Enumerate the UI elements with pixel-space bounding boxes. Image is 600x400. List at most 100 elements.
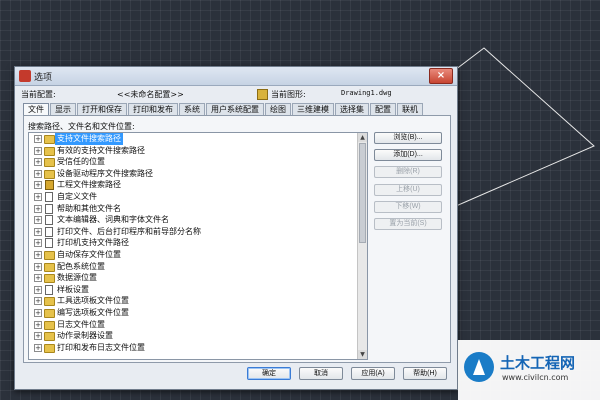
expand-plus-icon[interactable]: + bbox=[34, 158, 42, 167]
folder-icon bbox=[44, 135, 55, 144]
tree-item[interactable]: + 配色系统位置 bbox=[29, 261, 367, 273]
expand-plus-icon[interactable]: + bbox=[34, 204, 42, 213]
scrollbar-thumb[interactable] bbox=[359, 143, 366, 243]
close-button[interactable]: × bbox=[429, 68, 453, 84]
files-tab-panel: 搜索路径、文件名和文件位置: + 支持文件搜索路径 + 有效的支持文件搜索路径 … bbox=[23, 115, 451, 363]
add-button[interactable]: 添加(D)... bbox=[374, 149, 442, 162]
search-paths-tree[interactable]: + 支持文件搜索路径 + 有效的支持文件搜索路径 + 受信任的位置 + 设备驱动… bbox=[28, 132, 368, 360]
tree-item-label: 自定义文件 bbox=[57, 191, 97, 201]
drawing-file-icon bbox=[257, 89, 268, 100]
tab-system[interactable]: 系统 bbox=[179, 103, 205, 115]
tree-item[interactable]: + 打印和发布日志文件位置 bbox=[29, 342, 367, 354]
tree-item[interactable]: + 受信任的位置 bbox=[29, 156, 367, 168]
expand-plus-icon[interactable]: + bbox=[34, 146, 42, 155]
expand-plus-icon[interactable]: + bbox=[34, 239, 42, 248]
tree-item[interactable]: + 有效的支持文件搜索路径 bbox=[29, 145, 367, 157]
folder-icon bbox=[44, 332, 55, 342]
move-up-button[interactable]: 上移(U) bbox=[374, 183, 442, 196]
browse-button[interactable]: 浏览(B)... bbox=[374, 132, 442, 144]
tab-profiles[interactable]: 配置 bbox=[370, 103, 396, 115]
book-icon bbox=[45, 180, 54, 191]
tab-display[interactable]: 显示 bbox=[50, 103, 76, 115]
expand-plus-icon[interactable]: + bbox=[34, 308, 42, 317]
folder-icon bbox=[44, 146, 55, 156]
tree-scrollbar[interactable]: ▲ ▼ bbox=[357, 133, 367, 359]
tree-item-label: 打印和发布日志文件位置 bbox=[57, 342, 145, 352]
title-bar[interactable]: 选项 × bbox=[15, 67, 457, 86]
tree-item-label: 支持文件搜索路径 bbox=[55, 133, 123, 145]
tree-item[interactable]: + 自动保存文件位置 bbox=[29, 249, 367, 261]
scroll-down-arrow-icon[interactable]: ▼ bbox=[358, 350, 367, 359]
search-paths-caption: 搜索路径、文件名和文件位置: bbox=[28, 122, 135, 131]
expand-plus-icon[interactable]: + bbox=[34, 262, 42, 271]
tab-user-preferences[interactable]: 用户系统配置 bbox=[206, 103, 264, 115]
tree-item-label: 数据源位置 bbox=[57, 273, 97, 283]
tree-item-label: 工程文件搜索路径 bbox=[57, 180, 121, 190]
apply-button[interactable]: 应用(A) bbox=[351, 367, 395, 380]
cancel-button[interactable]: 取消 bbox=[299, 367, 343, 380]
move-down-button[interactable]: 下移(W) bbox=[374, 200, 442, 213]
watermark-logo-icon bbox=[464, 352, 494, 382]
expand-plus-icon[interactable]: + bbox=[34, 169, 42, 178]
tree-item-label: 样板设置 bbox=[57, 284, 89, 294]
tab-selection[interactable]: 选择集 bbox=[335, 103, 369, 115]
expand-plus-icon[interactable]: + bbox=[34, 250, 42, 259]
tree-item[interactable]: + 日志文件位置 bbox=[29, 319, 367, 331]
tree-item[interactable]: + 自定义文件 bbox=[29, 191, 367, 203]
expand-plus-icon[interactable]: + bbox=[34, 285, 42, 294]
expand-plus-icon[interactable]: + bbox=[34, 192, 42, 201]
current-drawing-label: 当前图形: bbox=[271, 90, 306, 99]
tree-item-label: 配色系统位置 bbox=[57, 261, 105, 271]
dialog-title: 选项 bbox=[34, 73, 53, 83]
tree-item[interactable]: + 动作录制器设置 bbox=[29, 330, 367, 342]
tree-item[interactable]: + 工具选项板文件位置 bbox=[29, 295, 367, 307]
scroll-up-arrow-icon[interactable]: ▲ bbox=[358, 133, 367, 142]
tab-plot-publish[interactable]: 打印和发布 bbox=[128, 103, 178, 115]
set-current-button[interactable]: 置为当前(S) bbox=[374, 217, 442, 230]
folder-icon bbox=[44, 274, 55, 284]
options-dialog: 选项 × 当前配置: <<未命名配置>> 当前图形: Drawing1.dwg … bbox=[14, 66, 458, 390]
folder-icon bbox=[44, 343, 55, 353]
tree-item[interactable]: + 数据源位置 bbox=[29, 272, 367, 284]
tab-drafting[interactable]: 绘图 bbox=[265, 103, 291, 115]
file-icon bbox=[45, 284, 53, 295]
tab-online[interactable]: 联机 bbox=[397, 103, 423, 115]
tree-item-label: 设备驱动程序文件搜索路径 bbox=[57, 168, 153, 178]
tree-item[interactable]: + 工程文件搜索路径 bbox=[29, 179, 367, 191]
folder-icon bbox=[44, 308, 55, 318]
tree-item[interactable]: + 打印文件、后台打印程序和前导部分名称 bbox=[29, 226, 367, 238]
tree-item-label: 打印机支持文件路径 bbox=[57, 238, 129, 248]
file-icon bbox=[45, 191, 53, 202]
tree-item[interactable]: + 设备驱动程序文件搜索路径 bbox=[29, 168, 367, 180]
tree-item[interactable]: + 文本编辑器、词典和字体文件名 bbox=[29, 214, 367, 226]
current-profile-value: <<未命名配置>> bbox=[117, 90, 184, 99]
folder-icon bbox=[44, 169, 55, 179]
remove-button[interactable]: 删除(R) bbox=[374, 166, 442, 179]
expand-plus-icon[interactable]: + bbox=[34, 274, 42, 283]
watermark-title: 土木工程网 bbox=[500, 354, 576, 372]
file-icon bbox=[45, 203, 53, 214]
tree-item[interactable]: + 编写选项板文件位置 bbox=[29, 307, 367, 319]
tree-item-support-file-search-path[interactable]: + 支持文件搜索路径 bbox=[29, 133, 367, 145]
tree-item[interactable]: + 帮助和其他文件名 bbox=[29, 203, 367, 215]
tab-3d-modeling[interactable]: 三维建模 bbox=[292, 103, 334, 115]
tree-item-label: 编写选项板文件位置 bbox=[57, 307, 129, 317]
expand-plus-icon[interactable]: + bbox=[34, 332, 42, 341]
folder-icon bbox=[44, 250, 55, 260]
help-button[interactable]: 帮助(H) bbox=[403, 367, 447, 380]
folder-icon bbox=[44, 320, 55, 330]
tree-item[interactable]: + 样板设置 bbox=[29, 284, 367, 296]
tree-item-label: 打印文件、后台打印程序和前导部分名称 bbox=[57, 226, 201, 236]
expand-plus-icon[interactable]: + bbox=[34, 181, 42, 190]
expand-plus-icon[interactable]: + bbox=[34, 135, 42, 143]
current-profile-label: 当前配置: bbox=[21, 90, 56, 99]
current-drawing-value: Drawing1.dwg bbox=[341, 89, 392, 97]
expand-plus-icon[interactable]: + bbox=[34, 216, 42, 225]
expand-plus-icon[interactable]: + bbox=[34, 227, 42, 236]
tab-open-save[interactable]: 打开和保存 bbox=[77, 103, 127, 115]
ok-button[interactable]: 确定 bbox=[247, 367, 291, 380]
expand-plus-icon[interactable]: + bbox=[34, 320, 42, 329]
expand-plus-icon[interactable]: + bbox=[34, 343, 42, 352]
tree-item[interactable]: + 打印机支持文件路径 bbox=[29, 237, 367, 249]
expand-plus-icon[interactable]: + bbox=[34, 297, 42, 306]
